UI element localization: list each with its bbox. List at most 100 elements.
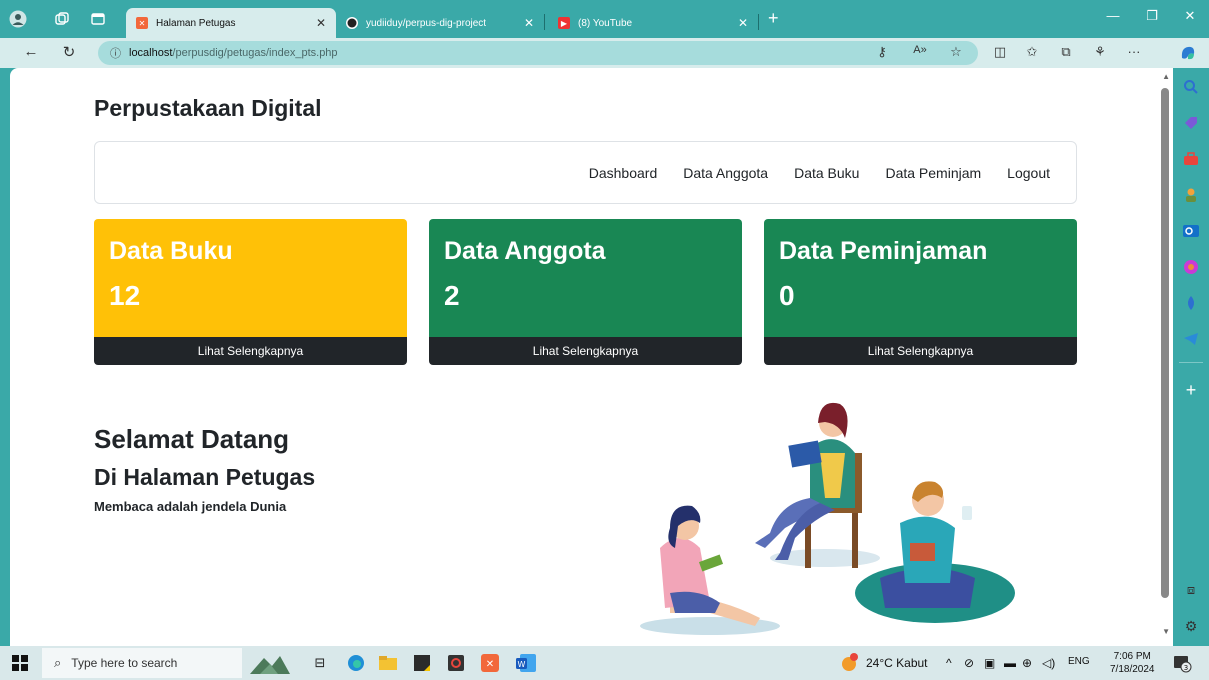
info-icon[interactable]: ⓘ [110,45,121,61]
copilot-icon[interactable] [1178,44,1198,65]
refresh-icon[interactable]: ↻ [58,43,80,63]
outlook-icon[interactable] [1182,222,1200,240]
clock-time: 7:06 PM [1113,651,1151,662]
task-view-icon[interactable]: ⊟ [310,653,330,673]
notification-count: 3 [1184,664,1188,672]
vertical-scrollbar[interactable] [1161,88,1169,598]
windows-taskbar: ⌕ Type here to search ⊟ ✕ W 24°C Kabut ^… [0,646,1209,680]
tools-icon[interactable] [1182,150,1200,168]
windows-start-icon[interactable] [10,653,30,673]
sidebar-divider [1179,362,1203,363]
svg-text:W: W [518,660,526,669]
card-more-link[interactable]: Lihat Selengkapnya [429,337,742,365]
card-count: 2 [444,280,460,311]
nav-dashboard[interactable]: Dashboard [589,165,658,181]
favorites-icon[interactable]: ✩ [1022,44,1042,60]
card-more-link[interactable]: Lihat Selengkapnya [94,337,407,365]
clock[interactable]: 7:06 PM 7/18/2024 [1110,650,1155,676]
card-count: 0 [779,280,795,311]
battery-icon[interactable]: ▬ [1004,656,1016,670]
tab-actions-icon[interactable] [88,9,108,29]
tab-youtube[interactable]: ▶ (8) YouTube ✕ [548,8,758,38]
weather-icon[interactable] [840,652,860,675]
weather-text[interactable]: 24°C Kabut [866,656,928,670]
address-bar-row: ← ↻ ⓘ localhost/perpusdig/petugas/index_… [0,38,1209,68]
nav-data-anggota[interactable]: Data Anggota [683,165,768,181]
shopping-icon[interactable] [1182,114,1200,132]
obs-icon[interactable] [446,653,466,673]
read-aloud-icon[interactable]: A» [910,44,930,56]
reading-people-illustration [640,402,1015,635]
show-hidden-icons-icon[interactable]: ^ [946,656,952,670]
tray-app-icon[interactable]: ▣ [984,656,995,670]
xampp-favicon-icon: ✕ [136,17,148,29]
telegram-icon[interactable] [1182,330,1200,348]
copilot-app-icon[interactable] [1182,258,1200,276]
tab-github[interactable]: yudiiduy/perpus-dig-project ✕ [336,8,544,38]
tab-halaman-petugas[interactable]: ✕ Halaman Petugas ✕ [126,8,336,38]
tab-divider [758,14,759,30]
search-icon[interactable] [1182,78,1200,96]
close-tab-icon[interactable]: ✕ [738,16,748,30]
workspaces-icon[interactable] [52,9,72,29]
close-tab-icon[interactable]: ✕ [316,16,326,30]
volume-icon[interactable]: ◁) [1042,656,1055,670]
extensions-icon[interactable]: ⚘ [1090,44,1110,60]
tab-title: Halaman Petugas [156,17,236,29]
new-tab-icon[interactable]: + [768,8,779,29]
svg-text:✕: ✕ [486,659,494,670]
card-body: Data Buku 12 [94,219,407,337]
back-icon[interactable]: ← [20,43,42,63]
drop-icon[interactable] [1182,294,1200,312]
browser-tab-strip: ✕ Halaman Petugas ✕ yudiiduy/perpus-dig-… [0,0,1209,38]
welcome-heading: Selamat Datang [94,424,290,454]
close-tab-icon[interactable]: ✕ [524,16,534,30]
scroll-up-arrow-icon[interactable]: ▲ [1162,72,1170,81]
split-screen-icon[interactable]: ◫ [990,44,1010,60]
nav-logout[interactable]: Logout [1007,165,1050,181]
welcome-subheading: Di Halaman Petugas [94,464,316,490]
card-body: Data Peminjaman 0 [764,219,1077,337]
xampp-icon[interactable]: ✕ [480,653,500,673]
card-label: Data Buku [109,237,233,265]
minimize-icon[interactable]: — [1098,8,1128,23]
tab-title: yudiiduy/perpus-dig-project [366,17,487,29]
profile-icon[interactable] [8,9,28,29]
url-field[interactable]: ⓘ localhost/perpusdig/petugas/index_pts.… [98,41,978,65]
url-host: localhost [129,47,173,59]
card-more-link[interactable]: Lihat Selengkapnya [764,337,1077,365]
restore-icon[interactable]: ❐ [1137,8,1167,24]
close-window-icon[interactable]: ✕ [1175,8,1205,24]
taskbar-search-box[interactable]: ⌕ Type here to search [42,648,242,678]
language-indicator[interactable]: ENG [1068,656,1090,667]
sticky-notes-icon[interactable] [412,653,432,673]
nav-data-peminjam[interactable]: Data Peminjam [885,165,981,181]
file-explorer-icon[interactable] [378,653,398,673]
card-data-peminjaman: Data Peminjaman 0 Lihat Selengkapnya [764,219,1077,365]
card-data-anggota: Data Anggota 2 Lihat Selengkapnya [429,219,742,365]
weather-landscape-icon[interactable] [250,653,290,674]
edge-taskbar-icon[interactable] [346,653,366,673]
site-title: Perpustakaan Digital [94,95,322,121]
games-icon[interactable] [1182,186,1200,204]
tray-app-icon[interactable]: ⊘ [964,656,974,670]
add-sidebar-app-icon[interactable]: + [1182,380,1200,401]
welcome-tagline: Membaca adalah jendela Dunia [94,499,287,514]
key-icon[interactable]: ⚷ [872,44,892,60]
sidebar-settings-icon[interactable]: ⚙ [1182,618,1200,635]
youtube-favicon-icon: ▶ [558,17,570,29]
favorite-star-icon[interactable]: ☆ [946,44,966,60]
more-menu-icon[interactable]: ··· [1124,44,1144,59]
card-label: Data Anggota [444,237,606,265]
notification-icon[interactable]: 3 [1172,653,1192,676]
screenshot-icon[interactable]: ⧈ [1182,582,1200,598]
collections-icon[interactable]: ⧉ [1056,44,1076,60]
edge-sidebar: + ⧈ ⚙ [1173,68,1209,646]
scroll-down-arrow-icon[interactable]: ▼ [1162,627,1170,636]
github-favicon-icon [346,17,358,29]
tab-title: (8) YouTube [578,17,633,29]
word-icon[interactable]: W [516,653,536,673]
network-icon[interactable]: ⊕ [1022,656,1032,670]
nav-data-buku[interactable]: Data Buku [794,165,859,181]
search-icon: ⌕ [54,655,62,670]
